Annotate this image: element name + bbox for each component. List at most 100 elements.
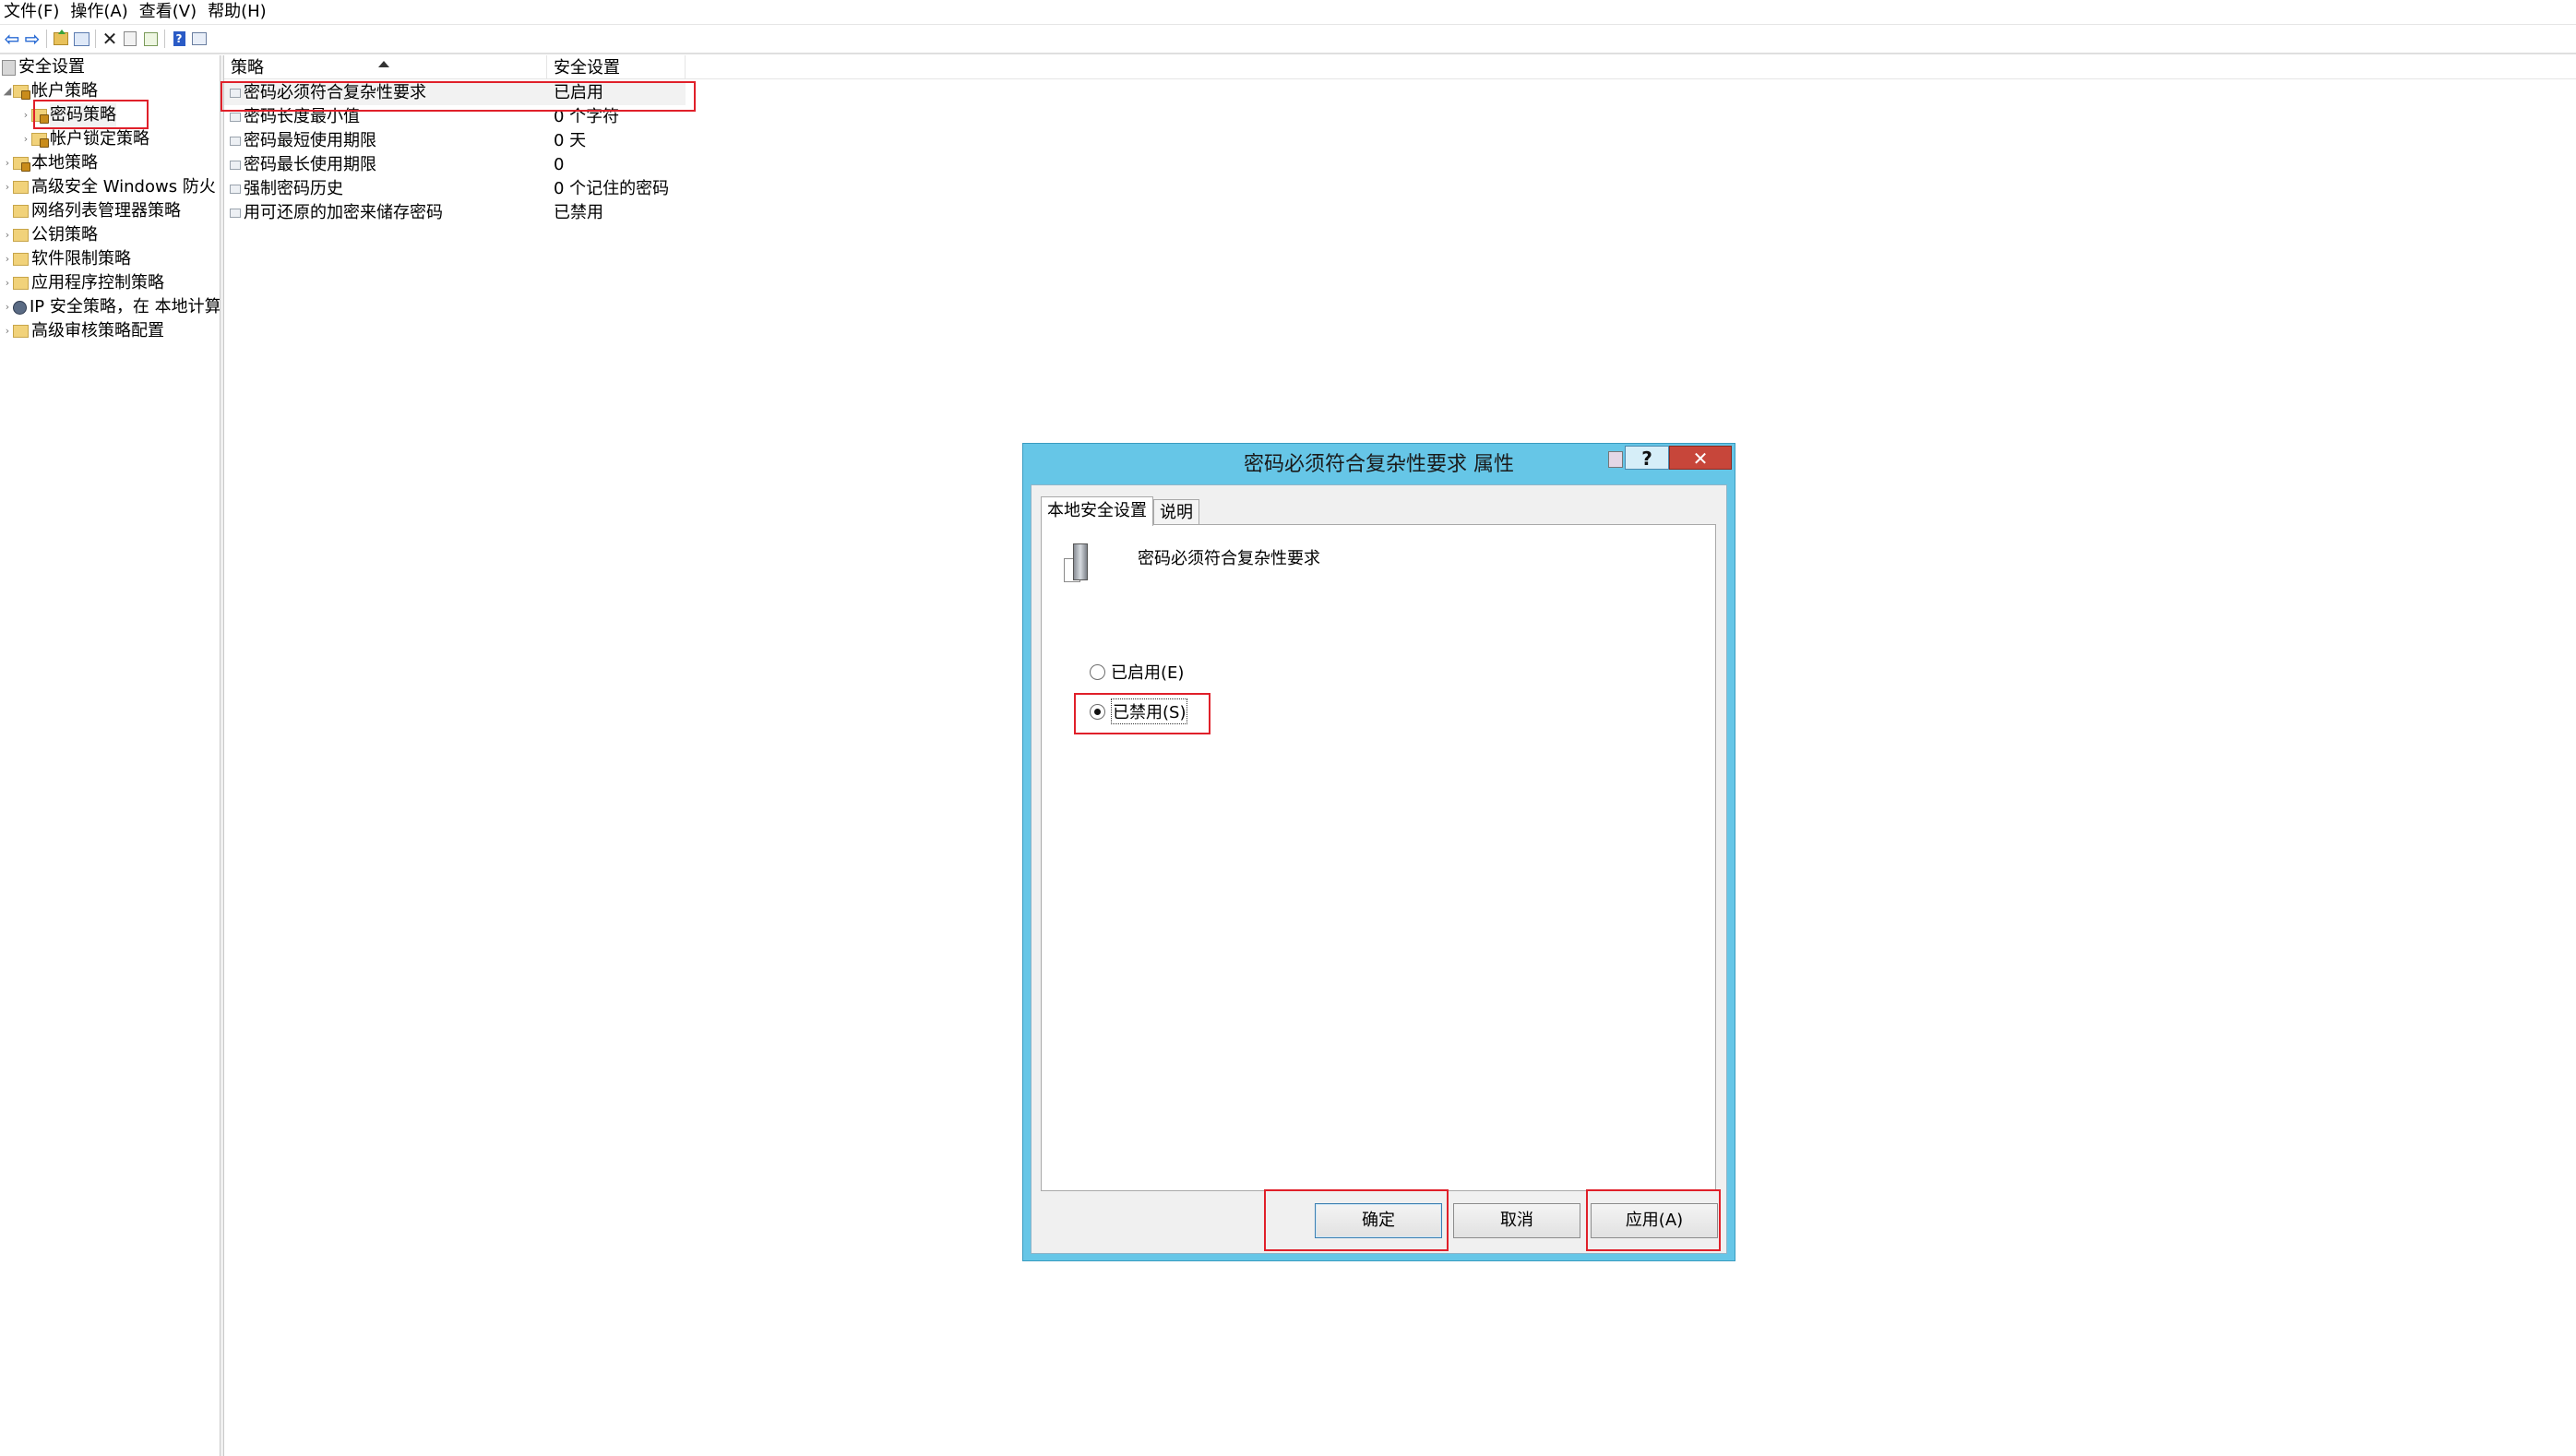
menu-view[interactable]: 查看(V) <box>134 0 202 24</box>
policy-folder-icon <box>31 109 49 124</box>
collapsed-chevron-icon[interactable]: › <box>20 103 31 127</box>
tab-explain[interactable]: 说明 <box>1153 499 1199 524</box>
policy-icon <box>230 185 241 194</box>
table-row[interactable]: 用可还原的加密来储存密码 已禁用 <box>224 201 778 225</box>
ok-button[interactable]: 确定 <box>1315 1203 1442 1238</box>
menu-file[interactable]: 文件(F) <box>0 0 65 24</box>
policy-icon <box>230 89 241 98</box>
tree-item-software-restriction[interactable]: › 软件限制策略 <box>2 247 131 271</box>
policy-server-icon <box>1064 543 1095 584</box>
policy-folder-icon <box>13 85 30 100</box>
folder-icon <box>13 181 29 194</box>
apply-button[interactable]: 应用(A) <box>1591 1203 1718 1238</box>
tree-item-label: 本地策略 <box>31 153 98 173</box>
security-settings-icon <box>2 59 16 76</box>
column-header-label: 策略 <box>231 58 264 78</box>
toolbar: ⇦ ⇨ ✕ ? <box>0 25 2576 53</box>
collapsed-chevron-icon[interactable]: › <box>2 151 13 175</box>
collapsed-chevron-icon[interactable]: › <box>2 295 13 319</box>
folder-icon <box>13 325 29 338</box>
export-list-icon[interactable] <box>143 31 158 46</box>
tree-item-password-policy[interactable]: › 密码策略 <box>20 103 116 127</box>
sort-ascending-icon <box>378 61 389 67</box>
properties-dialog: 密码必须符合复杂性要求 属性 ? ✕ 本地安全设置 说明 密码必须符合复杂性要求… <box>1022 443 1735 1261</box>
radio-button-icon[interactable] <box>1090 663 1105 680</box>
collapsed-chevron-icon[interactable]: › <box>2 247 13 271</box>
dialog-body: 本地安全设置 说明 密码必须符合复杂性要求 已启用(E) 已禁用(S) 确定 取… <box>1031 484 1727 1254</box>
collapsed-chevron-icon[interactable]: › <box>20 127 31 151</box>
collapsed-chevron-icon[interactable]: › <box>2 271 13 295</box>
radio-label: 已启用(E) <box>1111 663 1185 683</box>
list-header: 策略 安全设置 <box>224 55 2576 79</box>
collapsed-chevron-icon[interactable]: › <box>2 319 13 343</box>
tree-item-ipsec[interactable]: › IP 安全策略，在 本地计算 <box>2 295 220 319</box>
collapsed-chevron-icon[interactable]: › <box>2 223 13 247</box>
folder-icon <box>13 253 29 266</box>
dialog-help-button[interactable]: ? <box>1625 446 1669 470</box>
tree-item-public-key[interactable]: › 公钥策略 <box>2 223 98 247</box>
tab-local-security-setting[interactable]: 本地安全设置 <box>1041 496 1153 526</box>
delete-icon[interactable]: ✕ <box>101 30 118 48</box>
tree-item-label: 帐户策略 <box>31 81 98 101</box>
column-header-policy[interactable]: 策略 <box>224 55 547 79</box>
cancel-button[interactable]: 取消 <box>1453 1203 1580 1238</box>
tree-item-label: 帐户锁定策略 <box>50 129 149 149</box>
policy-icon <box>230 209 241 218</box>
tree-item-audit[interactable]: › 高级审核策略配置 <box>2 319 164 343</box>
table-row[interactable]: 密码最长使用期限 0 <box>224 153 778 177</box>
tree-item-network-list[interactable]: 网络列表管理器策略 <box>2 199 181 223</box>
toolbar-separator <box>46 30 47 48</box>
column-header-setting[interactable]: 安全设置 <box>547 55 686 79</box>
policy-setting: 0 个记住的密码 <box>554 179 670 198</box>
policy-name-label: 密码必须符合复杂性要求 <box>1138 549 1320 568</box>
tree-item-firewall[interactable]: › 高级安全 Windows 防火 <box>2 175 216 199</box>
column-header-label: 安全设置 <box>554 58 620 78</box>
folder-icon <box>13 205 29 218</box>
radio-button-checked-icon[interactable] <box>1090 703 1105 720</box>
tree-item-lockout-policy[interactable]: › 帐户锁定策略 <box>20 127 149 151</box>
table-row[interactable]: 强制密码历史 0 个记住的密码 <box>224 177 778 201</box>
console-tree: 安全设置 ◢ 帐户策略 › 密码策略 › 帐户锁定策略 › 本地策略 › 高级安… <box>0 55 220 1456</box>
tree-item-label: 公钥策略 <box>31 225 98 245</box>
dialog-close-button[interactable]: ✕ <box>1669 446 1732 470</box>
up-folder-icon[interactable] <box>54 30 68 45</box>
tab-bar: 本地安全设置 说明 <box>1041 496 1199 526</box>
policy-name: 密码长度最小值 <box>244 107 360 126</box>
tree-item-app-control[interactable]: › 应用程序控制策略 <box>2 271 164 295</box>
tree-item-account-policies[interactable]: ◢ 帐户策略 <box>2 79 98 103</box>
tree-item-security-settings[interactable]: 安全设置 <box>2 55 85 79</box>
collapsed-chevron-icon[interactable]: › <box>2 175 13 199</box>
show-hide-tree-icon[interactable] <box>73 31 89 46</box>
radio-disabled[interactable]: 已禁用(S) <box>1090 698 1188 724</box>
table-row[interactable]: 密码必须符合复杂性要求 已启用 <box>224 81 686 105</box>
policy-setting: 0 天 <box>554 131 587 150</box>
radio-enabled[interactable]: 已启用(E) <box>1090 660 1184 684</box>
tree-item-label: 软件限制策略 <box>31 249 131 269</box>
expanded-chevron-icon[interactable]: ◢ <box>2 79 13 103</box>
view-icon[interactable] <box>192 32 207 45</box>
tree-item-label: 密码策略 <box>50 103 116 127</box>
help-icon[interactable]: ? <box>173 31 185 46</box>
properties-icon[interactable] <box>124 31 137 46</box>
policy-name: 密码最短使用期限 <box>244 131 376 150</box>
policy-name: 用可还原的加密来储存密码 <box>244 203 443 222</box>
policy-name: 强制密码历史 <box>244 179 343 198</box>
policy-setting: 0 个字符 <box>554 107 620 126</box>
policy-icon <box>230 137 241 146</box>
menu-bar: 文件(F) 操作(A) 查看(V) 帮助(H) <box>0 0 2576 24</box>
tree-item-label: 高级审核策略配置 <box>31 321 164 340</box>
tree-item-local-policies[interactable]: › 本地策略 <box>2 151 98 175</box>
policy-icon <box>230 113 241 122</box>
tree-item-label: 网络列表管理器策略 <box>31 201 181 221</box>
table-row[interactable]: 密码最短使用期限 0 天 <box>224 129 778 153</box>
menu-action[interactable]: 操作(A) <box>65 0 133 24</box>
table-row[interactable]: 密码长度最小值 0 个字符 <box>224 105 778 129</box>
forward-arrow-icon[interactable]: ⇨ <box>24 30 41 48</box>
tab-page-local-security-setting: 密码必须符合复杂性要求 已启用(E) 已禁用(S) <box>1041 524 1716 1191</box>
menu-help[interactable]: 帮助(H) <box>202 0 272 24</box>
folder-icon <box>13 277 29 290</box>
policy-name: 密码必须符合复杂性要求 <box>244 83 426 102</box>
back-arrow-icon[interactable]: ⇦ <box>4 30 20 48</box>
policy-setting: 已启用 <box>554 83 603 102</box>
policy-icon <box>230 161 241 170</box>
